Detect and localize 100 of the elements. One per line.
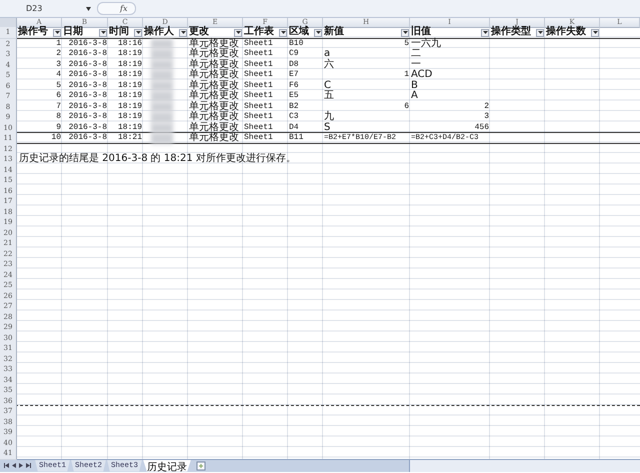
table-cell-text: 2016-3-8 (68, 70, 108, 81)
table-cell-text: 2016-3-8 (68, 112, 108, 123)
dropdown-arrow-icon (136, 31, 140, 34)
table-cell-text: 2016-3-8 (68, 60, 108, 70)
insert-function-button[interactable]: fx (97, 2, 136, 15)
table-cell-text: 单元格更改 (188, 112, 240, 122)
dropdown-arrow-icon (100, 31, 106, 34)
blurred-cell (151, 60, 173, 70)
column-header-label: 操作类型 (491, 28, 531, 38)
table-cell-text: C3 (288, 112, 300, 123)
table-cell-text: 18:19 (116, 49, 143, 60)
last-sheet-icon[interactable] (26, 463, 31, 468)
table-cell-text: 18:19 (116, 91, 143, 102)
table-cell-text: 2016-3-8 (68, 80, 108, 92)
column-header-label: 操作人 (144, 28, 174, 38)
sheet-tab[interactable]: 历史记录 (143, 460, 192, 472)
filter-button[interactable] (53, 28, 61, 37)
blurred-cell (151, 91, 173, 102)
table-cell-text: B2 (288, 102, 300, 112)
table-cell-text: 2 (483, 102, 490, 112)
column-header-label: 新值 (324, 28, 344, 38)
table-cell-text: 10 (50, 133, 62, 144)
dropdown-arrow-icon (280, 31, 286, 34)
table-cell-text: Sheet1 (243, 133, 274, 144)
blurred-cell (151, 133, 173, 144)
column-header-label: 日期 (63, 28, 83, 38)
filter-button[interactable] (314, 28, 322, 37)
blurred-cell (151, 122, 173, 133)
table-cell-text: Sheet1 (243, 102, 274, 112)
table-cell-text: 2016-3-8 (68, 122, 108, 134)
table-cell-text: 5 (403, 38, 410, 50)
column-header-label: 更改 (189, 28, 209, 38)
table-cell-text: 18:19 (116, 122, 143, 134)
table-cell-text: 4 (55, 70, 62, 81)
table-cell-text: 1 (403, 70, 410, 81)
dropdown-arrow-icon (402, 31, 408, 34)
previous-sheet-icon[interactable] (12, 463, 16, 468)
blurred-cell (151, 112, 173, 122)
filter-button[interactable] (99, 28, 107, 37)
table-cell-text: E7 (288, 70, 300, 81)
blurred-cell (151, 80, 173, 91)
column-header-label: 操作号 (18, 28, 48, 38)
name-box[interactable]: D23 (4, 2, 80, 14)
filter-button[interactable] (591, 28, 599, 37)
table-cell-text: 2016-3-8 (68, 133, 108, 144)
filter-button[interactable] (279, 28, 287, 37)
table-cell-text: 单元格更改 (188, 70, 240, 80)
filter-button[interactable] (481, 28, 489, 37)
table-cell-text: 9 (55, 122, 62, 134)
table-cell-text: 单元格更改 (188, 80, 240, 90)
filter-button[interactable] (401, 28, 409, 37)
table-cell-text: B11 (288, 133, 304, 144)
table-cell-text: F6 (288, 80, 300, 92)
table-cell-text: 2016-3-8 (68, 49, 108, 60)
horizontal-scrollbar[interactable] (409, 460, 640, 472)
column-header-label: 时间 (109, 28, 129, 38)
table-cell-text: 8 (55, 112, 62, 123)
table-cell-text: 1 (55, 38, 62, 50)
table-cell-text: 2016-3-8 (68, 91, 108, 102)
table-cell-text: A (410, 91, 419, 102)
blurred-cell (151, 102, 173, 112)
table-cell-text: 18:19 (116, 70, 143, 81)
table-cell-text: D8 (288, 60, 300, 70)
blurred-cell (151, 49, 173, 60)
table-cell-text: Sheet1 (243, 80, 274, 91)
filter-button[interactable] (536, 28, 544, 37)
dropdown-arrow-icon[interactable] (86, 6, 91, 10)
table-cell-text: a (323, 49, 330, 59)
table-cell-text: Sheet1 (243, 49, 274, 60)
blurred-cell (151, 70, 173, 80)
dropdown-arrow-icon (54, 31, 60, 34)
table-cell-text: 单元格更改 (188, 102, 240, 112)
table-cell-text: C (323, 80, 331, 90)
table-cell-text: D4 (288, 122, 300, 134)
table-cell-text: 6 (55, 91, 62, 102)
table-cell-text: 2016-3-8 (68, 102, 108, 112)
column-header-label: 操作失数 (546, 28, 586, 38)
table-cell-text: Sheet1 (243, 112, 274, 123)
table-cell-text: Sheet1 (243, 60, 274, 70)
history-note: 历史记录的结尾是 2016-3-8 的 18:21 对所作更改进行保存。 (18, 154, 297, 166)
filter-button[interactable] (234, 28, 242, 37)
table-cell-text: S (323, 122, 332, 134)
filter-button[interactable] (134, 28, 142, 37)
table-cell-text: 5 (55, 80, 62, 92)
table-cell-text: 九 (323, 112, 335, 122)
filter-button[interactable] (179, 28, 187, 37)
table-cell-text: 18:21 (116, 133, 143, 144)
table-cell-text: 单元格更改 (188, 91, 240, 101)
table-cell-text: Sheet1 (243, 70, 274, 81)
table-cell-text: 单元格更改 (188, 60, 240, 70)
table-cell-text: 18:16 (116, 38, 143, 50)
next-sheet-icon[interactable] (19, 463, 23, 468)
table-cell-text: Sheet1 (243, 38, 274, 49)
column-header-label: 工作表 (244, 28, 274, 38)
table-cell-text: 2 (55, 49, 62, 60)
table-cell-text: 18:19 (116, 112, 143, 123)
table-cell-text: Sheet1 (243, 91, 274, 102)
insert-sheet-icon[interactable] (195, 460, 208, 470)
table-cell-text: Sheet1 (243, 122, 274, 133)
first-sheet-icon[interactable] (4, 463, 9, 468)
